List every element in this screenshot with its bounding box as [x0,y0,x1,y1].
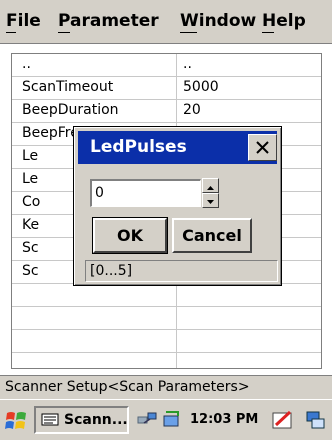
taskbar-app-label: Scann... [64,412,128,428]
row-name: Sc [22,240,39,256]
arrow-down-icon [207,200,214,204]
table-row-empty[interactable] [12,307,321,330]
ok-label: OK [117,226,143,245]
scanner-app-icon [41,413,59,426]
table-row-empty[interactable] [12,330,321,353]
row-name: Le [22,148,39,164]
row-name: .. [22,56,31,72]
dialog-close-button[interactable] [248,134,277,161]
menu-parameter-mnemonic [58,32,70,33]
range-hint-text: [0...5] [90,263,133,279]
network-icon[interactable] [136,410,158,430]
table-row[interactable]: ScanTimeout 5000 [12,77,321,100]
taskbar: Scann... 12:03 PM [0,399,332,440]
row-name: ScanTimeout [22,79,114,95]
dialog-title: LedPulses [90,137,187,157]
menu-help[interactable]: Help [262,11,306,31]
row-name: Sc [22,263,39,279]
range-hint: [0...5] [85,260,278,282]
menu-parameter-label: Parameter [58,11,159,31]
desktop-icon[interactable] [304,408,328,432]
row-name: Co [22,194,41,210]
status-bar: Scanner Setup<Scan Parameters> [0,375,332,399]
row-value: 20 [183,102,201,118]
taskbar-scanner-button[interactable]: Scann... [34,406,129,434]
spin-buttons [202,178,221,209]
ok-button[interactable]: OK [92,217,168,254]
menu-file-mnemonic [6,32,16,33]
menu-help-label: Help [262,11,306,31]
menu-parameter[interactable]: Parameter [58,11,159,31]
value-text: 0 [95,185,104,201]
cancel-button[interactable]: Cancel [172,218,252,253]
menu-file[interactable]: File [6,11,41,31]
input-panel-icon[interactable] [270,408,296,432]
row-name: Le [22,171,39,187]
menu-window-label: Window [180,11,257,31]
menu-bar: File Parameter Window Help [0,0,332,44]
system-tray: 12:03 PM [134,405,332,435]
table-row-empty[interactable] [12,353,321,368]
row-value: .. [183,56,192,72]
hint-area: [0...5] [73,255,282,286]
menu-help-mnemonic [262,32,274,33]
dialog-title-bar[interactable]: LedPulses [78,131,277,164]
spin-up-button[interactable] [202,178,219,193]
value-input[interactable]: 0 [90,179,201,207]
sync-icon[interactable] [160,408,184,432]
table-row-empty[interactable] [12,284,321,307]
row-name: BeepDuration [22,102,119,118]
table-row[interactable]: BeepDuration 20 [12,100,321,123]
dialog-body: 0 OK Cancel [74,165,283,261]
spin-down-button[interactable] [202,193,219,208]
cancel-label: Cancel [182,226,242,245]
clock[interactable]: 12:03 PM [190,412,258,427]
table-row[interactable]: .. .. [12,54,321,77]
row-value: 5000 [183,79,219,95]
close-icon [256,141,269,154]
windows-start-icon[interactable] [4,409,30,433]
menu-window-mnemonic [180,32,197,33]
status-text: Scanner Setup<Scan Parameters> [5,379,250,395]
menu-file-label: File [6,11,41,31]
row-name: Ke [22,217,40,233]
menu-window[interactable]: Window [180,11,256,31]
